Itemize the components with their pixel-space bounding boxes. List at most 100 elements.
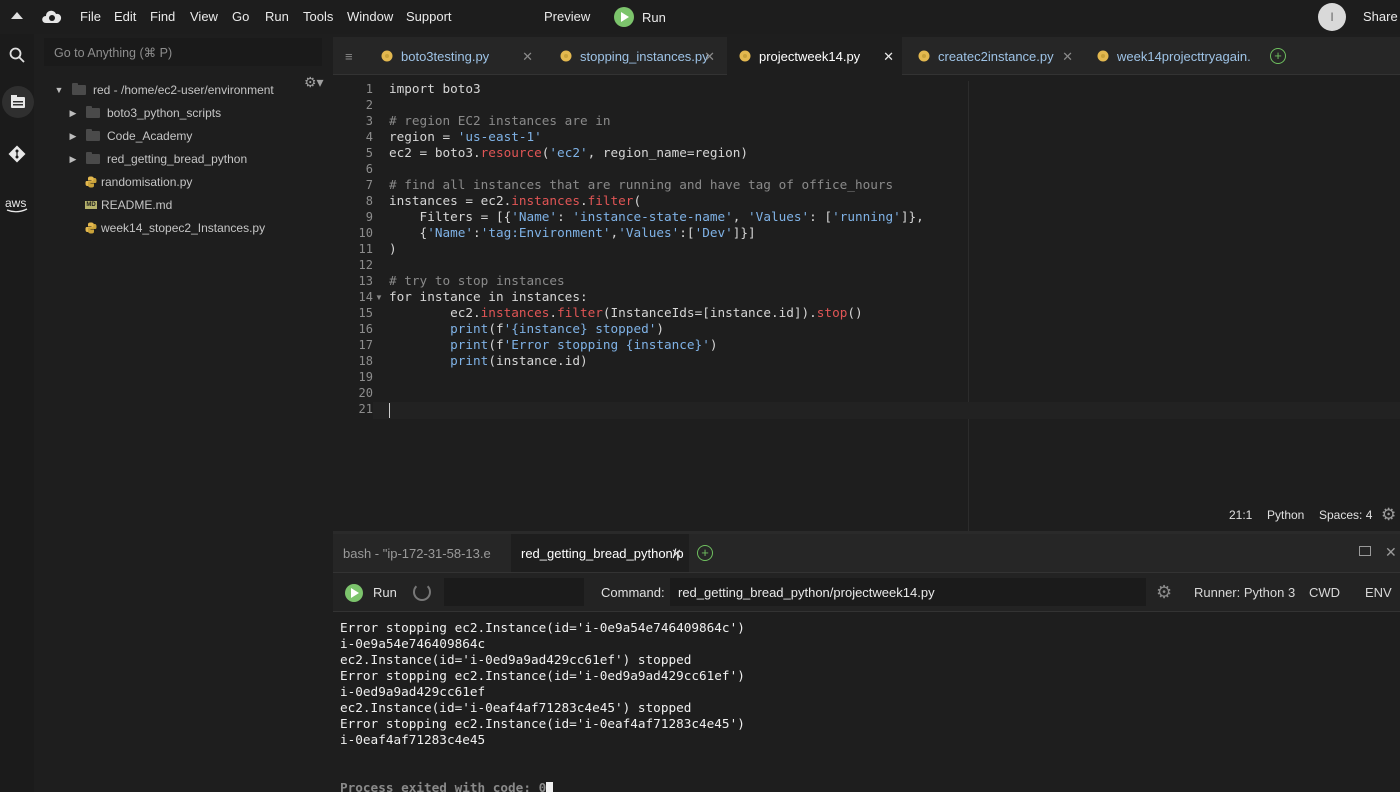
editor-tab-bar: ≡ boto3testing.py ✕ stopping_instances.p… — [333, 37, 1400, 75]
tab-projectweek14[interactable]: projectweek14.py ✕ — [727, 37, 902, 75]
restart-icon[interactable] — [413, 583, 431, 601]
close-icon[interactable]: ✕ — [671, 546, 682, 562]
terminal-output-line: Error stopping ec2.Instance(id='i-0e9a54… — [340, 620, 745, 635]
line-number: 17 — [358, 338, 373, 352]
indent-setting[interactable]: Spaces: 4 — [1319, 508, 1372, 524]
chevron-right-icon: ▶ — [69, 153, 77, 164]
tab-createc2instance[interactable]: createc2instance.py ✕ — [906, 37, 1081, 75]
tree-folder-code-academy[interactable]: ▶ Code_Academy — [68, 126, 192, 146]
menu-bar: File Edit Find View Go Run Tools Window … — [0, 0, 1400, 34]
go-to-anything-input[interactable]: Go to Anything (⌘ P) — [44, 38, 322, 66]
preview-button[interactable]: Preview — [544, 9, 590, 24]
cwd-button[interactable]: CWD — [1309, 585, 1340, 600]
tree-file-week14-stopec2[interactable]: week14_stopec2_Instances.py — [85, 218, 265, 238]
menu-run[interactable]: Run — [265, 9, 289, 24]
command-input[interactable]: red_getting_bread_python/projectweek14.p… — [670, 578, 1146, 606]
search-icon[interactable] — [0, 38, 34, 72]
code-line[interactable]: # try to stop instances — [389, 273, 565, 289]
code-line[interactable]: ) — [389, 241, 397, 257]
terminal-output[interactable]: Error stopping ec2.Instance(id='i-0e9a54… — [340, 620, 1390, 792]
tree-file-randomisation[interactable]: randomisation.py — [85, 172, 192, 192]
env-button[interactable]: ENV — [1365, 585, 1392, 600]
tab-bash[interactable]: bash - "ip-172-31-58-13.e — [333, 534, 509, 572]
close-icon[interactable]: ✕ — [522, 49, 533, 65]
code-line[interactable]: # region EC2 instances are in — [389, 113, 611, 129]
close-panel-icon[interactable]: ✕ — [1385, 544, 1397, 561]
runner-select[interactable]: Runner: Python 3 — [1194, 585, 1295, 600]
code-line[interactable]: for instance in instances: — [389, 289, 588, 305]
menu-tools[interactable]: Tools — [303, 9, 333, 24]
share-button[interactable]: Share — [1363, 9, 1398, 24]
tab-label: boto3testing.py — [401, 48, 490, 64]
code-line[interactable]: {'Name':'tag:Environment','Values':['Dev… — [389, 225, 756, 241]
close-icon[interactable]: ✕ — [883, 49, 894, 65]
close-icon[interactable]: ✕ — [1062, 49, 1073, 65]
code-line[interactable]: Filters = [{'Name': 'instance-state-name… — [389, 209, 924, 225]
menu-edit[interactable]: Edit — [114, 9, 136, 24]
add-terminal-icon[interactable]: + — [697, 545, 713, 561]
tree-settings-gear-icon[interactable]: ⚙▾ — [304, 74, 324, 91]
terminal-pane: bash - "ip-172-31-58-13.e red_getting_br… — [333, 534, 1400, 792]
terminal-output-line: i-0eaf4af71283c4e45 — [340, 732, 486, 747]
line-number: 8 — [365, 194, 373, 208]
close-icon[interactable]: ✕ — [704, 49, 715, 65]
aws-icon[interactable]: aws — [0, 188, 34, 222]
menu-find[interactable]: Find — [150, 9, 175, 24]
avatar[interactable]: I — [1318, 3, 1346, 31]
play-icon[interactable] — [345, 584, 363, 602]
runner-settings-gear-icon[interactable]: ⚙ — [1156, 582, 1172, 603]
line-number: 15 — [358, 306, 373, 320]
tab-run-output[interactable]: red_getting_bread_python/p ✕ — [511, 534, 689, 572]
terminal-output-line: Error stopping ec2.Instance(id='i-0eaf4a… — [340, 716, 745, 731]
python-file-icon — [1097, 50, 1109, 62]
chevron-down-icon: ▼ — [54, 85, 64, 95]
menu-support[interactable]: Support — [406, 9, 452, 24]
command-label: Command: — [601, 585, 665, 600]
cloud9-logo-icon[interactable] — [40, 7, 64, 25]
editor-pane: ≡ boto3testing.py ✕ stopping_instances.p… — [333, 37, 1400, 531]
menu-file[interactable]: File — [80, 9, 101, 24]
tree-root[interactable]: ▼ red - /home/ec2-user/environment — [54, 80, 274, 100]
tab-week14projecttryagain[interactable]: week14projecttryagain. — [1085, 37, 1263, 75]
tree-item-label: red_getting_bread_python — [107, 152, 248, 166]
run-config-name-input[interactable] — [444, 578, 584, 606]
menu-window[interactable]: Window — [347, 9, 393, 24]
run-config-run-button[interactable]: Run — [373, 585, 397, 600]
tab-label: createc2instance.py — [938, 48, 1054, 64]
cursor-position[interactable]: 21:1 — [1229, 508, 1252, 524]
terminal-output-line: i-0ed9a9ad429cc61ef — [340, 684, 486, 699]
tab-label: red_getting_bread_python/p — [521, 545, 684, 561]
code-line[interactable]: print(f'{instance} stopped') — [389, 321, 664, 337]
tree-file-readme[interactable]: MD README.md — [85, 195, 172, 215]
code-line[interactable]: ec2 = boto3.resource('ec2', region_name=… — [389, 145, 748, 161]
tree-folder-boto3-python-scripts[interactable]: ▶ boto3_python_scripts — [68, 103, 221, 123]
run-button-label: Run — [642, 9, 666, 25]
editor-settings-gear-icon[interactable]: ⚙ — [1381, 505, 1396, 525]
code-line[interactable]: print(instance.id) — [389, 353, 588, 369]
code-line[interactable]: instances = ec2.instances.filter( — [389, 193, 641, 209]
line-number: 10 — [358, 226, 373, 240]
terminal-output-line: i-0e9a54e746409864c — [340, 636, 486, 651]
code-line[interactable]: import boto3 — [389, 81, 481, 97]
file-explorer-icon[interactable] — [2, 86, 34, 118]
collapse-arrow-icon[interactable] — [11, 12, 23, 19]
source-control-icon[interactable] — [0, 137, 34, 171]
code-line[interactable]: region = 'us-east-1' — [389, 129, 542, 145]
code-line[interactable]: # find all instances that are running an… — [389, 177, 893, 193]
language-mode[interactable]: Python — [1267, 508, 1304, 524]
menu-view[interactable]: View — [190, 9, 218, 24]
maximize-icon[interactable] — [1359, 546, 1371, 556]
python-file-icon — [381, 50, 393, 62]
code-line[interactable]: ec2.instances.filter(InstanceIds=[instan… — [389, 305, 863, 321]
tree-folder-red-getting-bread-python[interactable]: ▶ red_getting_bread_python — [68, 149, 247, 169]
code-line[interactable]: print(f'Error stopping {instance}') — [389, 337, 717, 353]
tab-stopping-instances[interactable]: stopping_instances.py ✕ — [548, 37, 723, 75]
python-file-icon — [85, 222, 97, 234]
add-tab-icon[interactable]: + — [1270, 48, 1286, 64]
run-button[interactable]: Run — [614, 7, 666, 27]
menu-go[interactable]: Go — [232, 9, 249, 24]
fold-chevron-icon[interactable]: ▼ — [375, 293, 383, 302]
tab-boto3testing[interactable]: boto3testing.py ✕ — [369, 37, 541, 75]
terminal-tab-bar: bash - "ip-172-31-58-13.e red_getting_br… — [333, 534, 1400, 572]
tabs-menu-icon[interactable]: ≡ — [345, 49, 353, 64]
